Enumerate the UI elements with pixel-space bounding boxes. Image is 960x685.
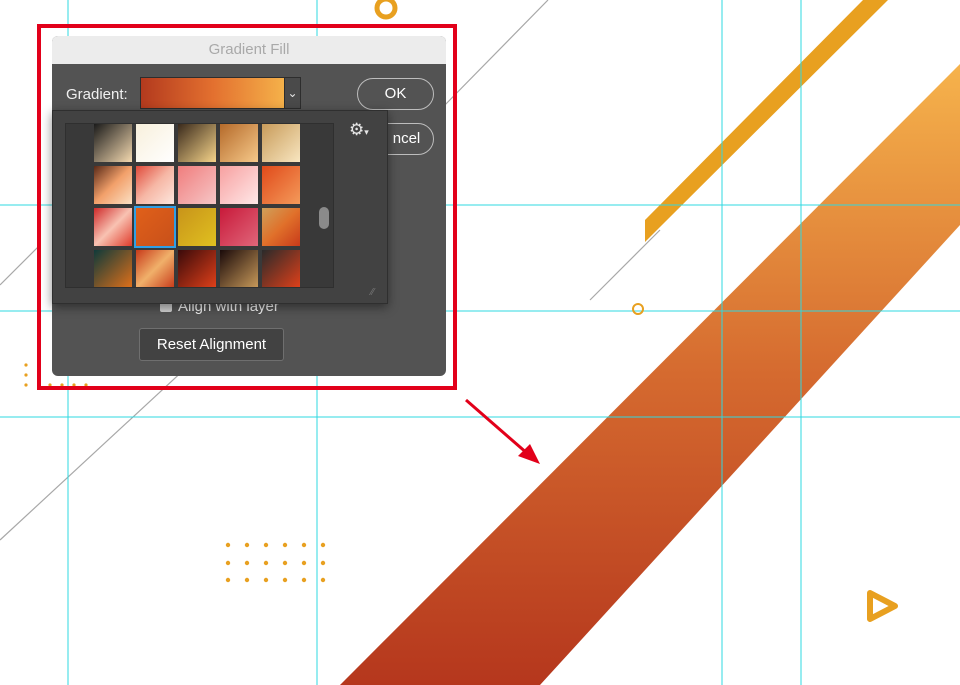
red-highlight-box — [37, 24, 457, 390]
small-ring — [632, 303, 644, 315]
dot-grid — [225, 542, 326, 583]
diagonal-line — [589, 229, 661, 301]
red-arrow-line — [465, 398, 529, 456]
play-triangle — [867, 590, 898, 622]
diagonal-line — [0, 244, 41, 286]
orange-ring — [374, 0, 398, 20]
